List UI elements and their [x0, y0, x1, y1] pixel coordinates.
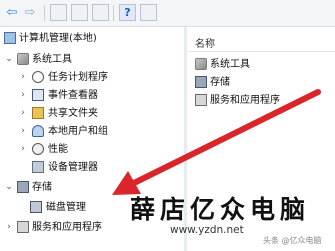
tree-item-label: 存储	[32, 182, 52, 193]
disk-icon	[30, 201, 42, 213]
toolbar-separator	[113, 5, 114, 21]
header-divider	[187, 51, 335, 52]
tree-root-label: 计算机管理(本地)	[19, 33, 97, 44]
clock-icon	[32, 71, 44, 83]
computer-management-icon	[4, 32, 16, 44]
watermark-url: www.yzdn.net	[170, 224, 244, 236]
tree-item-label: 共享文件夹	[48, 108, 98, 119]
watermark-credit: 头条 @亿众电脑	[263, 236, 322, 245]
collapse-icon[interactable]: ⌄	[4, 179, 14, 196]
export-list-icon[interactable]	[92, 4, 109, 21]
tree-item-label: 本地用户和组	[48, 126, 108, 137]
tree-item-label: 服务和应用程序	[32, 222, 102, 233]
services-icon	[17, 221, 29, 233]
device-manager-icon	[32, 161, 44, 173]
tree-item-label: 磁盘管理	[46, 202, 86, 213]
show-hide-console-tree-icon[interactable]	[50, 4, 67, 21]
tree-item-label: 设备管理器	[48, 162, 98, 173]
toolbar: ⇦ ⇨ ?	[0, 0, 335, 27]
toolbar-separator	[44, 5, 45, 21]
users-icon	[32, 125, 44, 137]
storage-icon	[195, 76, 207, 88]
expand-icon[interactable]: ›	[18, 87, 28, 104]
services-icon	[195, 94, 207, 106]
tools-icon	[17, 53, 29, 65]
help-icon[interactable]: ?	[119, 4, 136, 21]
column-header-name[interactable]: 名称	[195, 35, 215, 50]
tools-icon	[195, 58, 207, 70]
list-item-label: 存储	[210, 77, 230, 88]
list-item-label: 服务和应用程序	[210, 95, 280, 106]
tree-item-label: 性能	[48, 144, 68, 155]
expand-icon[interactable]: ›	[18, 105, 28, 122]
shared-folder-icon	[32, 107, 44, 119]
tree-item-label: 事件查看器	[48, 90, 98, 101]
forward-arrow-icon[interactable]: ⇨	[22, 4, 38, 21]
view-icon[interactable]	[140, 4, 157, 21]
expand-icon[interactable]: ›	[18, 69, 28, 86]
properties-icon[interactable]	[71, 4, 88, 21]
expand-icon[interactable]: ›	[18, 141, 28, 158]
back-arrow-icon[interactable]: ⇦	[4, 4, 20, 21]
expand-icon[interactable]: ›	[4, 219, 14, 236]
list-item-label: 系统工具	[210, 59, 250, 70]
storage-icon	[17, 181, 29, 193]
tree-item-label: 系统工具	[32, 54, 72, 65]
performance-icon	[32, 143, 44, 155]
expand-icon[interactable]: ›	[18, 123, 28, 140]
event-viewer-icon	[32, 89, 44, 101]
tree-item-label: 任务计划程序	[48, 72, 108, 83]
collapse-icon[interactable]: ⌄	[4, 51, 14, 68]
